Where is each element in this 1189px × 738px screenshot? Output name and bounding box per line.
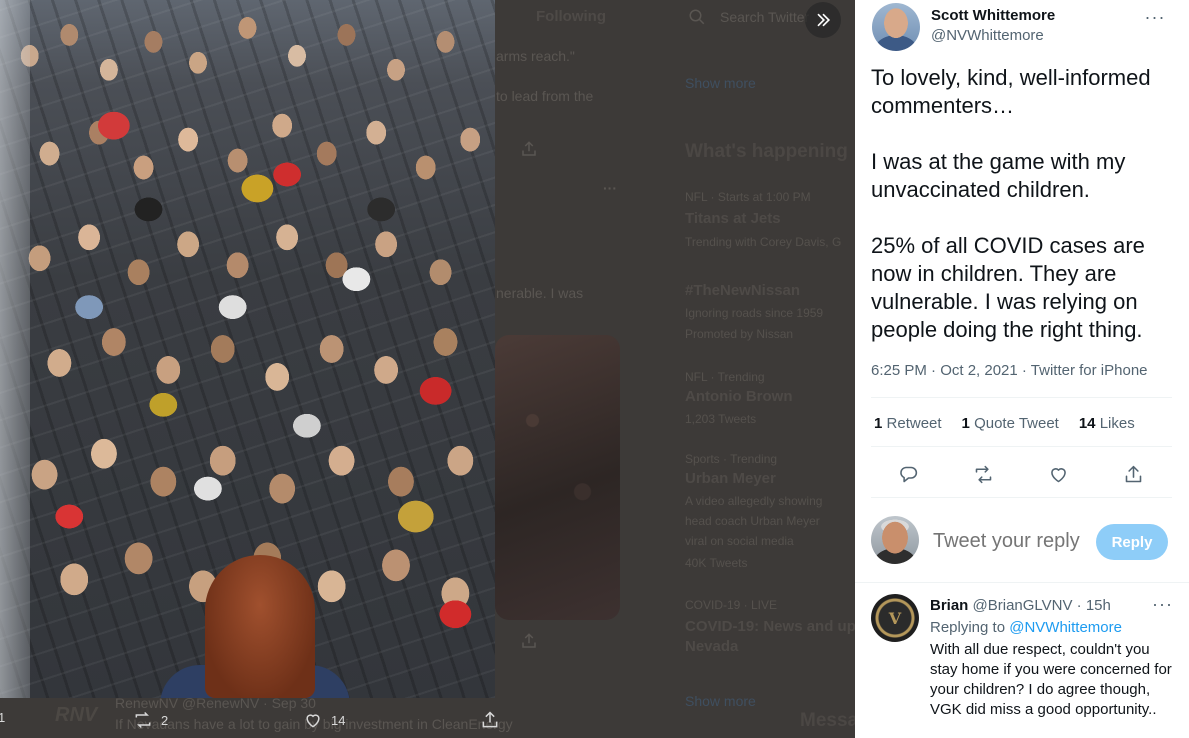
replying-to: Replying to @NVWhittemore: [930, 619, 1122, 636]
retweet-icon: [135, 711, 151, 729]
divider: [871, 397, 1172, 398]
divider: [871, 497, 1172, 498]
photo-actions-bar: 1 2 14: [0, 700, 600, 738]
trend-title[interactable]: #TheNewNissan: [685, 282, 800, 299]
author-name[interactable]: Scott Whittemore: [931, 7, 1055, 24]
more-options-button[interactable]: ···: [1138, 3, 1172, 31]
author-avatar[interactable]: [872, 3, 920, 51]
trend-sub: Ignoring roads since 1959: [685, 306, 824, 320]
bg-tweet-fragment: to lead from the: [496, 88, 594, 104]
share-action[interactable]: [480, 710, 500, 730]
tweet-detail-panel: Scott Whittemore @NVWhittemore ··· To lo…: [855, 0, 1189, 738]
show-more-link[interactable]: Show more: [685, 75, 756, 91]
bg-tweet-media[interactable]: [495, 335, 620, 620]
retweet-count: 2: [161, 712, 169, 728]
glass-railing: [0, 0, 30, 698]
share-icon[interactable]: [520, 140, 538, 161]
reply-count[interactable]: 1: [0, 710, 5, 725]
collapse-panel-button[interactable]: [805, 2, 841, 38]
author-handle[interactable]: @NVWhittemore: [931, 27, 1044, 44]
reply-button[interactable]: [892, 457, 926, 491]
reply-submit-button[interactable]: Reply: [1096, 524, 1168, 560]
trend-context: NFL · Starts at 1:00 PM: [685, 190, 811, 204]
tweet-stats: 1 Retweet 1 Quote Tweet 14 Likes: [874, 415, 1135, 432]
bg-tweet-fragment: arms reach.": [496, 48, 575, 64]
divider: [871, 446, 1172, 447]
replying-to-handle-link[interactable]: @NVWhittemore: [1009, 619, 1122, 636]
whats-happening-heading: What's happening: [685, 141, 848, 162]
retweets-stat[interactable]: 1 Retweet: [874, 415, 942, 432]
trend-sub: viral on social media: [685, 534, 794, 548]
trend-title[interactable]: Urban Meyer: [685, 470, 776, 487]
messages-label[interactable]: Messa: [800, 710, 855, 732]
reply-tweet[interactable]: V Brian @BrianGLVNV · 15h ··· Replying t…: [855, 582, 1189, 738]
likes-stat[interactable]: 14 Likes: [1079, 415, 1135, 432]
user-avatar[interactable]: [871, 516, 919, 564]
heart-icon: [306, 714, 320, 728]
retweet-icon: [975, 465, 992, 483]
trend-title[interactable]: Titans at Jets: [685, 210, 781, 227]
reply-author-name[interactable]: Brian: [930, 597, 968, 614]
bg-tweet-fragment: nerable. I was: [496, 285, 584, 301]
trend-title[interactable]: Antonio Brown: [685, 388, 792, 405]
trend-context: COVID-19 · LIVE: [685, 598, 778, 612]
trend-context: Sports · Trending: [685, 452, 778, 466]
like-button[interactable]: [1042, 457, 1076, 491]
tweet-meta[interactable]: 6:25 PM · Oct 2, 2021 · Twitter for iPho…: [871, 362, 1148, 379]
trend-promo: Promoted by Nissan: [685, 327, 794, 341]
share-button[interactable]: [1117, 457, 1151, 491]
reply-author-handle-time[interactable]: @BrianGLVNV · 15h: [973, 597, 1111, 614]
reply-author-line: Brian @BrianGLVNV · 15h: [930, 597, 1111, 614]
reply-text: With all due respect, couldn't you stay …: [930, 641, 1172, 718]
reply-author-avatar[interactable]: V: [871, 594, 919, 642]
trend-sub: A video allegedly showing: [685, 494, 823, 508]
more-icon: ···: [1144, 7, 1166, 27]
trend-title[interactable]: Nevada: [685, 638, 738, 655]
tweet-photo[interactable]: [0, 0, 495, 698]
tweet-body: To lovely, kind, well-informed commenter…: [871, 64, 1181, 344]
tweet-paragraph: I was at the game with my unvaccinated c…: [871, 149, 1126, 202]
trend-sub: head coach Urban Meyer: [685, 514, 820, 528]
following-tab[interactable]: Following: [536, 8, 606, 25]
retweet-button[interactable]: [967, 457, 1001, 491]
trend-sub: 1,203 Tweets: [685, 412, 757, 426]
foreground-person-hair: [205, 555, 315, 698]
like-count: 14: [331, 712, 346, 728]
search-box[interactable]: Search Twitter: [688, 8, 809, 26]
like-action[interactable]: 14: [303, 710, 345, 730]
more-icon[interactable]: ···: [603, 180, 617, 196]
tweet-paragraph: 25% of all COVID cases are now in childr…: [871, 233, 1145, 342]
chevron-double-right-icon: [817, 13, 831, 27]
share-icon[interactable]: [520, 632, 538, 653]
reply-input[interactable]: [933, 530, 1093, 553]
search-placeholder: Search Twitter: [720, 9, 810, 25]
tweet-paragraph: To lovely, kind, well-informed commenter…: [871, 65, 1151, 118]
trend-context: NFL · Trending: [685, 370, 765, 384]
tweet-header: Scott Whittemore @NVWhittemore ···: [872, 3, 1172, 53]
quote-tweets-stat[interactable]: 1 Quote Tweet: [962, 415, 1059, 432]
retweet-action[interactable]: 2: [133, 710, 168, 730]
trend-count: 40K Tweets: [685, 556, 748, 570]
trend-sub: Trending with Corey Davis, G: [685, 235, 842, 249]
heart-icon: [1051, 467, 1066, 482]
more-icon[interactable]: ···: [1152, 594, 1173, 615]
trend-title[interactable]: COVID-19: News and up: [685, 618, 855, 635]
search-icon: [689, 9, 705, 25]
comment-icon: [900, 466, 918, 482]
share-icon: [1125, 465, 1142, 482]
show-more-link[interactable]: Show more: [685, 693, 756, 709]
vgk-logo-letter: V: [888, 608, 902, 628]
share-icon: [482, 711, 498, 728]
tweet-actions: [871, 458, 1171, 490]
reply-composer: Reply: [855, 508, 1189, 576]
